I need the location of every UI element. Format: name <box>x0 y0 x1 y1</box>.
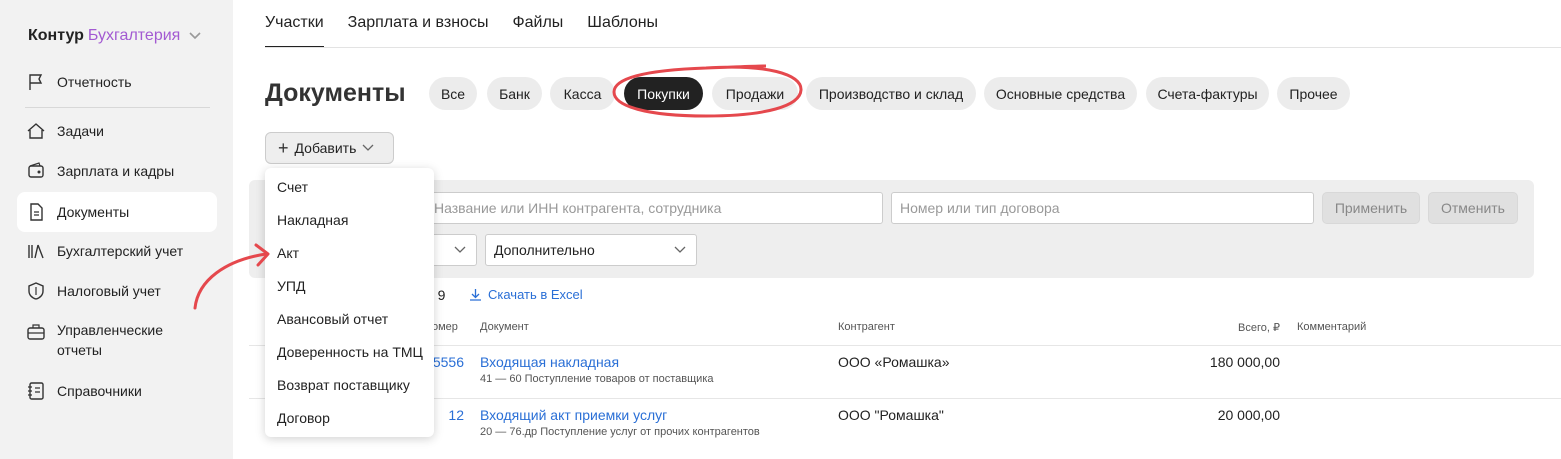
notebook-icon <box>25 380 47 402</box>
contract-input[interactable]: Номер или тип договора <box>891 192 1314 224</box>
chevron-down-icon <box>454 246 466 253</box>
search-input[interactable]: Название или ИНН контрагента, сотрудника <box>425 192 883 224</box>
cancel-filter-button[interactable]: Отменить <box>1428 192 1518 224</box>
sidebar-item-tax[interactable]: Налоговый учет <box>17 271 217 311</box>
row-counterparty: ООО "Ромашка" <box>838 407 944 423</box>
download-excel-link[interactable]: Скачать в Excel <box>469 287 583 302</box>
tab-files[interactable]: Файлы <box>512 0 563 48</box>
col-header-counterparty: Контрагент <box>838 321 895 333</box>
chip-purchases[interactable]: Покупки <box>624 77 703 110</box>
sidebar-item-label: Задачи <box>57 123 105 139</box>
sidebar-item-label: Налоговый учет <box>57 283 161 299</box>
tab-salary[interactable]: Зарплата и взносы <box>348 0 489 48</box>
document-icon <box>25 201 47 223</box>
tab-templates[interactable]: Шаблоны <box>587 0 658 48</box>
extra-select-label: Дополнительно <box>494 242 595 258</box>
menu-item-act[interactable]: Акт <box>277 245 299 261</box>
row-total: 180 000,00 <box>1209 354 1280 370</box>
download-icon <box>470 289 481 301</box>
menu-item-waybill[interactable]: Накладная <box>277 212 348 228</box>
col-header-number: омер <box>432 321 458 333</box>
sidebar-item-label: Управленческие отчеты <box>57 322 164 358</box>
sidebar-item-label: Справочники <box>57 383 142 399</box>
tabs-divider <box>265 47 1561 48</box>
chip-fixed-assets[interactable]: Основные средства <box>984 77 1137 110</box>
briefcase-icon <box>25 321 47 343</box>
chevron-down-icon <box>189 32 201 40</box>
chip-production[interactable]: Производство и склад <box>806 77 976 110</box>
sidebar-item-label: Зарплата и кадры <box>57 163 175 179</box>
chevron-down-icon <box>674 246 686 253</box>
extra-select[interactable]: Дополнительно <box>485 234 697 266</box>
plus-icon: + <box>278 137 289 158</box>
menu-item-contract[interactable]: Договор <box>277 410 330 426</box>
brand-logo[interactable]: Контур Бухгалтерия <box>28 27 202 45</box>
apply-button[interactable]: Применить <box>1322 192 1420 224</box>
chip-cash[interactable]: Касса <box>550 77 615 110</box>
top-tabs: Участки Зарплата и взносы Файлы Шаблоны <box>265 0 682 48</box>
row-document-subtitle: 41 — 60 Поступление товаров от поставщик… <box>480 373 714 385</box>
shield-icon <box>25 280 47 302</box>
menu-item-power-of-attorney[interactable]: Доверенность на ТМЦ <box>277 344 423 360</box>
sidebar-item-label: Отчетность <box>57 74 132 90</box>
sidebar-item-reporting[interactable]: Отчетность <box>17 62 217 102</box>
books-icon <box>25 240 47 262</box>
download-excel-label: Скачать в Excel <box>488 287 583 302</box>
chip-all[interactable]: Все <box>429 77 477 110</box>
chip-sales[interactable]: Продажи <box>712 77 798 110</box>
add-dropdown-menu: Счет Накладная Акт УПД Авансовый отчет Д… <box>265 168 434 437</box>
search-placeholder: Название или ИНН контрагента, сотрудника <box>434 200 722 216</box>
add-button-label: Добавить <box>294 140 357 156</box>
col-header-total: Всего, ₽ <box>1238 322 1280 334</box>
menu-item-return-to-supplier[interactable]: Возврат поставщику <box>277 377 410 393</box>
row-document-link[interactable]: Входящий акт приемки услуг <box>480 407 667 423</box>
tab-sections[interactable]: Участки <box>265 0 324 48</box>
sidebar-item-documents[interactable]: Документы <box>17 192 217 232</box>
menu-item-invoice[interactable]: Счет <box>277 179 308 195</box>
sidebar-item-directories[interactable]: Справочники <box>17 371 217 411</box>
sidebar: Контур Бухгалтерия Отчетность Задачи Зар… <box>0 0 233 459</box>
home-icon <box>25 120 47 142</box>
sidebar-item-label: Бухгалтерский учет <box>57 243 184 259</box>
sidebar-item-salary[interactable]: Зарплата и кадры <box>17 151 217 191</box>
chip-bank[interactable]: Банк <box>487 77 542 110</box>
sidebar-item-accounting[interactable]: Бухгалтерский учет <box>17 231 217 271</box>
col-header-comment: Комментарий <box>1297 321 1367 333</box>
sidebar-item-tasks[interactable]: Задачи <box>17 111 217 151</box>
table-divider <box>249 345 1561 346</box>
contract-placeholder: Номер или тип договора <box>900 200 1060 216</box>
chip-other[interactable]: Прочее <box>1277 77 1350 110</box>
row-total: 20 000,00 <box>1217 407 1280 423</box>
chip-invoices[interactable]: Счета-фактуры <box>1146 77 1269 110</box>
row-number-link[interactable]: 5556 <box>430 354 464 370</box>
wallet-icon <box>25 160 47 182</box>
row-document-link[interactable]: Входящая накладная <box>480 354 619 370</box>
menu-item-advance-report[interactable]: Авансовый отчет <box>277 311 388 327</box>
menu-item-upd[interactable]: УПД <box>277 278 305 294</box>
flag-icon <box>25 71 47 93</box>
row-document-subtitle: 20 — 76.др Поступление услуг от прочих к… <box>480 426 760 438</box>
brand-product: Бухгалтерия <box>87 27 181 44</box>
row-number-link[interactable]: 12 <box>430 407 464 423</box>
row-counterparty: ООО «Ромашка» <box>838 354 950 370</box>
sidebar-item-label: Документы <box>57 204 130 220</box>
chevron-down-icon <box>362 144 374 151</box>
col-header-document: Документ <box>480 321 529 333</box>
brand-main: Контур <box>28 27 84 44</box>
add-button[interactable]: + Добавить <box>265 132 394 164</box>
sidebar-item-management-reports[interactable]: Управленческие отчеты <box>17 320 217 368</box>
sidebar-divider <box>25 107 210 108</box>
table-divider <box>249 398 1561 399</box>
page-title: Документы <box>265 79 406 107</box>
